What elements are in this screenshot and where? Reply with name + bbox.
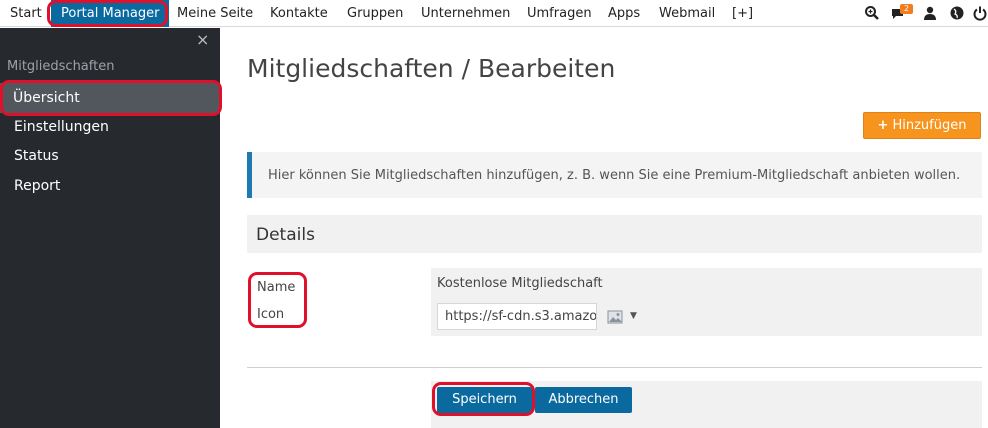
nav-apps[interactable]: Apps bbox=[608, 0, 640, 27]
notification-badge: 2 bbox=[900, 4, 913, 14]
nav-start[interactable]: Start bbox=[10, 0, 42, 27]
save-button[interactable]: Speichern bbox=[437, 387, 532, 413]
icon-label: Icon bbox=[257, 307, 285, 322]
details-section-header: Details bbox=[247, 215, 982, 253]
user-icon[interactable] bbox=[922, 5, 938, 21]
details-heading: Details bbox=[256, 225, 315, 245]
info-text: Hier können Sie Mitgliedschaften hinzufü… bbox=[268, 168, 961, 183]
globe-icon[interactable] bbox=[949, 5, 965, 21]
nav-webmail[interactable]: Webmail bbox=[659, 0, 715, 27]
chevron-down-icon[interactable]: ▼ bbox=[630, 311, 637, 321]
icon-url-input[interactable]: https://sf-cdn.s3.amazo bbox=[437, 303, 597, 330]
page-title: Mitgliedschaften / Bearbeiten bbox=[247, 54, 616, 83]
plus-icon: + bbox=[877, 118, 889, 133]
top-navigation: Start Portal Manager Meine Seite Kontakt… bbox=[0, 0, 988, 27]
nav-kontakte[interactable]: Kontakte bbox=[270, 0, 328, 27]
nav-add-more[interactable]: [+] bbox=[732, 0, 753, 27]
info-callout: Hier können Sie Mitgliedschaften hinzufü… bbox=[247, 152, 982, 198]
sidebar-item-uebersicht[interactable]: Übersicht bbox=[0, 83, 220, 113]
sidebar-item-report[interactable]: Report bbox=[0, 171, 220, 201]
nav-gruppen[interactable]: Gruppen bbox=[347, 0, 403, 27]
close-icon[interactable]: × bbox=[196, 30, 209, 49]
name-label: Name bbox=[257, 280, 296, 295]
sidebar-item-status[interactable]: Status bbox=[0, 141, 220, 171]
nav-umfragen[interactable]: Umfragen bbox=[527, 0, 592, 27]
sidebar-item-einstellungen[interactable]: Einstellungen bbox=[0, 112, 220, 142]
name-value: Kostenlose Mitgliedschaft bbox=[437, 276, 603, 291]
cancel-button[interactable]: Abbrechen bbox=[535, 387, 632, 413]
image-picker-icon[interactable] bbox=[607, 310, 623, 324]
nav-unternehmen[interactable]: Unternehmen bbox=[421, 0, 510, 27]
nav-meine-seite[interactable]: Meine Seite bbox=[177, 0, 253, 27]
zoom-search-icon[interactable] bbox=[864, 5, 880, 21]
sidebar: × Mitgliedschaften Übersicht Einstellung… bbox=[0, 28, 220, 428]
add-button-label: Hinzufügen bbox=[892, 118, 967, 133]
nav-portal-manager[interactable]: Portal Manager bbox=[51, 0, 170, 27]
sidebar-heading: Mitgliedschaften bbox=[7, 59, 115, 74]
divider bbox=[247, 367, 982, 368]
add-button[interactable]: + Hinzufügen bbox=[863, 112, 981, 139]
power-icon[interactable] bbox=[972, 5, 988, 21]
